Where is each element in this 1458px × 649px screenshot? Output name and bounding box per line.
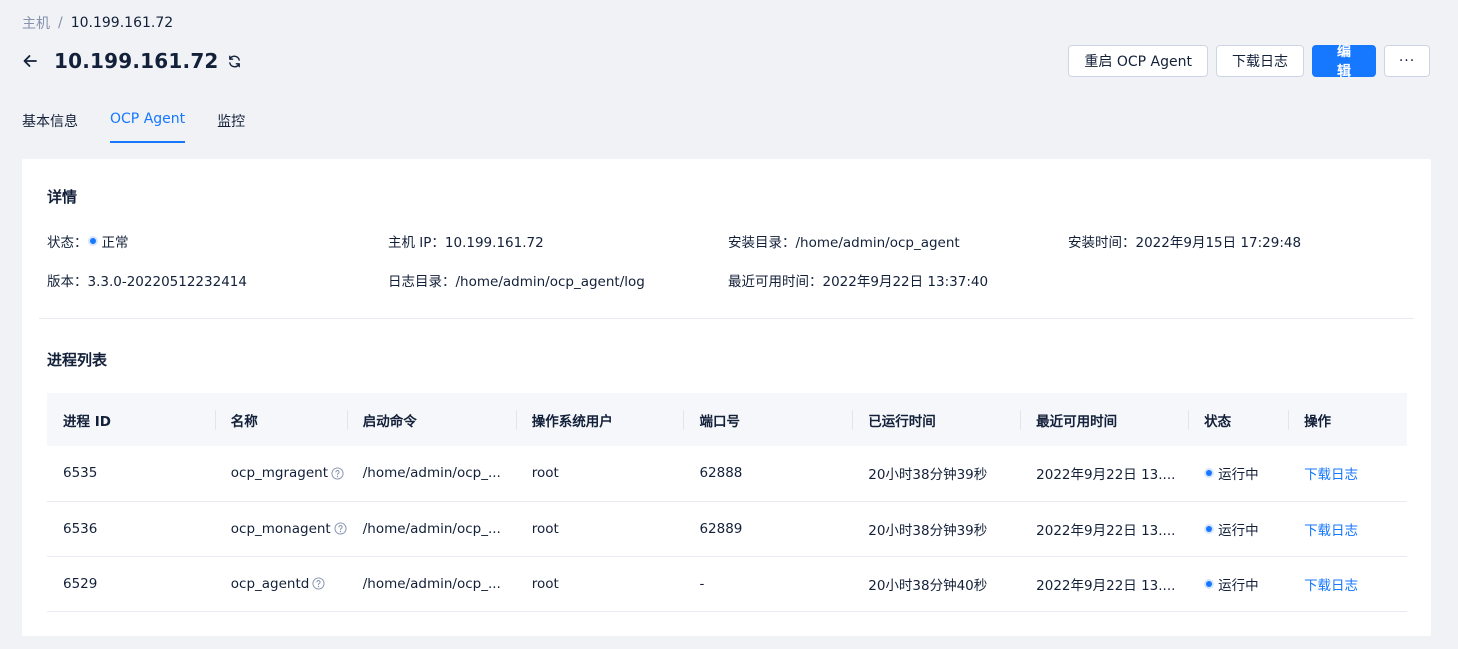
cell-uptime: 20小时38分钟39秒: [852, 501, 1021, 557]
page-title: 10.199.161.72: [54, 49, 219, 73]
detail-install-time: 安装时间：2022年9月15日 17:29:48: [1068, 235, 1302, 251]
help-circle-icon[interactable]: [312, 577, 325, 590]
restart-agent-button[interactable]: 重启 OCP Agent: [1068, 45, 1208, 77]
cell-status: 运行中: [1188, 446, 1289, 502]
column-header: 最近可用时间: [1020, 393, 1189, 446]
cell-last-available: 2022年9月22日 13....: [1020, 556, 1189, 612]
cell-port: -: [683, 556, 853, 612]
detail-log-dir: 日志目录：/home/admin/ocp_agent/log: [388, 274, 645, 290]
download-log-link[interactable]: 下载日志: [1304, 523, 1358, 539]
column-header: 名称: [214, 393, 347, 446]
back-arrow-icon[interactable]: [22, 52, 40, 70]
more-button[interactable]: ···: [1384, 45, 1430, 77]
tab-ocp-agent[interactable]: OCP Agent: [110, 108, 186, 143]
process-name: ocp_agentd: [230, 575, 310, 592]
cell-user: root: [515, 446, 684, 502]
header-actions: 重启 OCP Agent 下载日志 编 辑 ···: [1060, 44, 1430, 80]
cell-uptime: 20小时38分钟39秒: [852, 446, 1021, 502]
status-value: 正常: [101, 235, 129, 251]
column-header: 已运行时间: [852, 393, 1021, 446]
process-name: ocp_mgragent: [230, 465, 329, 482]
detail-status: 状态： 正常: [47, 231, 129, 251]
cell-command: /home/admin/ocp_...: [346, 556, 516, 612]
content-card: 详情 状态： 正常 主机 IP：10.199.161.72 安装目录：/home…: [22, 159, 1431, 636]
cell-pid: 6535: [47, 446, 215, 502]
cell-name: ocp_monagent: [214, 501, 347, 557]
status-dot-icon: [1206, 580, 1213, 587]
breadcrumb-current: 10.199.161.72: [70, 15, 174, 31]
table-row: 6536 ocp_monagent /home/admin/ocp_... ro…: [47, 501, 1407, 557]
cell-user: root: [515, 556, 684, 612]
process-name: ocp_monagent: [230, 520, 331, 537]
detail-host-ip: 主机 IP：10.199.161.72: [388, 235, 544, 251]
status-text: 运行中: [1218, 577, 1259, 594]
cell-command: /home/admin/ocp_...: [346, 446, 516, 502]
help-circle-icon[interactable]: [331, 467, 344, 480]
detail-last-available: 最近可用时间：2022年9月22日 13:37:40: [728, 274, 989, 290]
tab-monitor[interactable]: 监控: [217, 108, 245, 143]
cell-command: /home/admin/ocp_...: [346, 501, 516, 557]
help-circle-icon[interactable]: [334, 522, 347, 535]
cell-last-available: 2022年9月22日 13....: [1020, 446, 1189, 502]
download-log-button[interactable]: 下载日志: [1216, 45, 1304, 77]
status-dot-icon: [1206, 470, 1213, 477]
cell-pid: 6529: [47, 556, 215, 612]
download-log-link[interactable]: 下载日志: [1304, 578, 1358, 594]
column-header: 端口号: [683, 393, 853, 446]
download-log-link[interactable]: 下载日志: [1304, 467, 1358, 483]
cell-last-available: 2022年9月22日 13....: [1020, 501, 1189, 557]
process-table: 进程 ID 名称 启动命令 操作系统用户 端口号 已运行时间 最近可用时间 状态…: [47, 393, 1407, 612]
table-row: 6535 ocp_mgragent /home/admin/ocp_... ro…: [47, 446, 1407, 502]
column-header: 启动命令: [346, 393, 516, 446]
column-header: 操作: [1288, 393, 1407, 446]
details-title: 详情: [47, 188, 78, 206]
cell-action: 下载日志: [1288, 446, 1407, 502]
cell-status: 运行中: [1188, 556, 1289, 612]
status-dot-icon: [1206, 525, 1213, 532]
table-row: 6529 ocp_agentd /home/admin/ocp_... root…: [47, 556, 1407, 612]
tab-basic-info[interactable]: 基本信息: [22, 108, 78, 143]
detail-version: 版本：3.3.0-20220512232414: [47, 274, 247, 290]
table-header-row: 进程 ID 名称 启动命令 操作系统用户 端口号 已运行时间 最近可用时间 状态…: [47, 393, 1407, 446]
column-header: 状态: [1188, 393, 1289, 446]
cell-name: ocp_agentd: [214, 556, 347, 612]
status-text: 运行中: [1218, 467, 1259, 484]
page-header: 10.199.161.72 重启 OCP Agent 下载日志 编 辑 ···: [22, 44, 1430, 80]
cell-pid: 6536: [47, 501, 215, 557]
cell-name: ocp_mgragent: [214, 446, 347, 502]
edit-button[interactable]: 编 辑: [1312, 44, 1376, 80]
column-header: 操作系统用户: [515, 393, 684, 446]
title-group: 10.199.161.72: [22, 49, 243, 73]
status-label: 状态：: [47, 235, 88, 251]
process-list-title: 进程列表: [47, 351, 108, 369]
cell-user: root: [515, 501, 684, 557]
cell-uptime: 20小时38分钟40秒: [852, 556, 1021, 612]
column-header: 进程 ID: [47, 393, 215, 446]
cell-action: 下载日志: [1288, 556, 1407, 612]
status-dot-icon: [89, 238, 96, 244]
tabs: 基本信息 OCP Agent 监控: [22, 108, 277, 144]
refresh-icon[interactable]: [227, 53, 243, 69]
detail-install-dir: 安装目录：/home/admin/ocp_agent: [728, 235, 960, 251]
cell-port: 62889: [683, 501, 853, 557]
cell-action: 下载日志: [1288, 501, 1407, 557]
cell-port: 62888: [683, 446, 853, 502]
breadcrumb: 主机 / 10.199.161.72: [22, 13, 173, 33]
breadcrumb-separator: /: [58, 15, 63, 31]
breadcrumb-host-link[interactable]: 主机: [22, 13, 50, 33]
section-divider: [39, 318, 1414, 319]
status-text: 运行中: [1218, 522, 1259, 539]
cell-status: 运行中: [1188, 501, 1289, 557]
